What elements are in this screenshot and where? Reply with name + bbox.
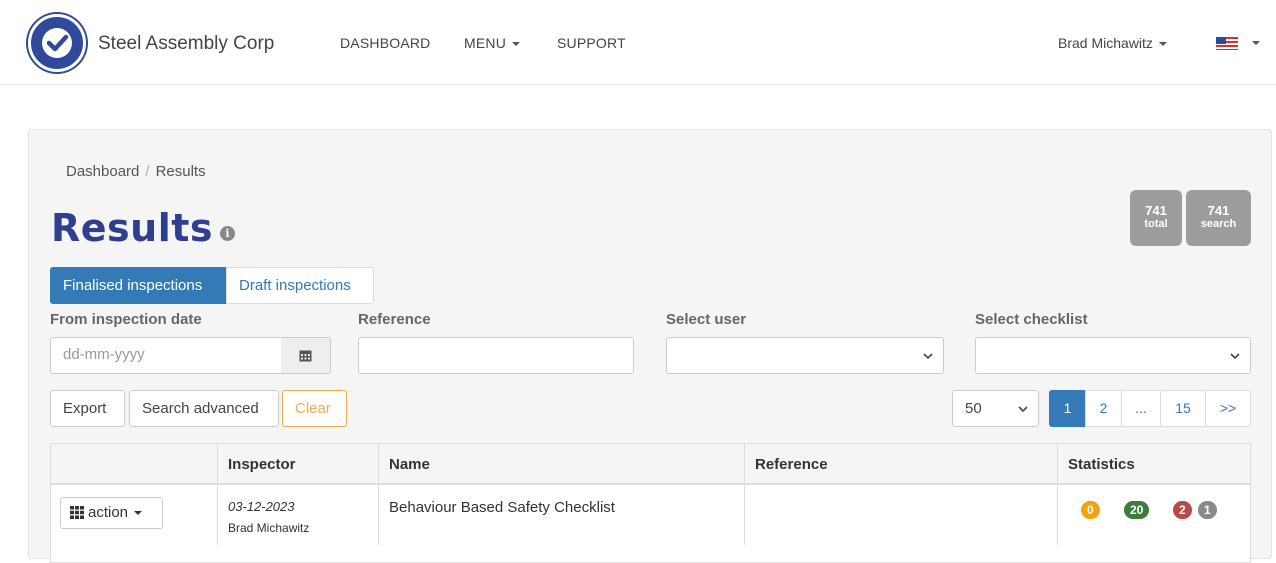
brand-name[interactable]: Steel Assembly Corp xyxy=(98,33,274,55)
page-title: Results xyxy=(51,206,214,250)
page-2-button[interactable]: 2 xyxy=(1085,390,1122,427)
export-button[interactable]: Export xyxy=(50,390,125,427)
chevron-down-icon xyxy=(923,353,933,360)
nav-dashboard[interactable]: DASHBOARD xyxy=(340,35,430,51)
col-header-name[interactable]: Name xyxy=(379,444,745,485)
inspector-name: Brad Michawitz xyxy=(228,521,310,535)
nav-menu[interactable]: MENU xyxy=(464,35,521,51)
table-header: Inspector Name Reference Statistics xyxy=(51,444,1250,485)
checklist-select[interactable] xyxy=(975,337,1251,374)
col-header-inspector[interactable]: Inspector xyxy=(218,444,379,485)
search-advanced-button[interactable]: Search advanced xyxy=(129,390,279,427)
stat-badge-ok: 20 xyxy=(1124,501,1150,519)
checklist-label: Select checklist xyxy=(975,311,1088,328)
breadcrumb-dashboard[interactable]: Dashboard xyxy=(66,163,139,180)
per-page-select[interactable]: 50 xyxy=(952,390,1039,427)
caret-down-icon xyxy=(134,511,143,516)
stat-badge-na: 1 xyxy=(1198,501,1217,519)
search-count-badge: 741 search xyxy=(1186,190,1251,246)
caret-down-icon xyxy=(1158,42,1167,47)
breadcrumb: Dashboard / Results xyxy=(66,163,206,180)
table-row[interactable]: action 03-12-2023 Brad Michawitz Behavio… xyxy=(51,485,1250,545)
us-flag-icon[interactable] xyxy=(1216,37,1238,50)
grid-icon xyxy=(70,506,84,519)
tab-finalised-inspections[interactable]: Finalised inspections xyxy=(50,267,226,304)
next-page-button[interactable]: >> xyxy=(1205,390,1251,427)
chevron-down-icon xyxy=(1018,406,1028,413)
top-navbar: Steel Assembly Corp DASHBOARD MENU SUPPO… xyxy=(0,0,1276,85)
caret-down-icon[interactable] xyxy=(1252,41,1260,45)
page-15-button[interactable]: 15 xyxy=(1160,390,1206,427)
reference-input[interactable] xyxy=(358,337,634,374)
info-icon[interactable]: i xyxy=(220,226,235,241)
statistics-cell: 0 20 2 1 xyxy=(1058,485,1250,545)
col-header-action xyxy=(51,444,218,485)
user-label: Select user xyxy=(666,311,747,328)
page-1-button[interactable]: 1 xyxy=(1049,390,1086,427)
stat-badge-pending: 0 xyxy=(1081,501,1100,519)
checkmark-icon xyxy=(42,28,72,58)
calendar-icon xyxy=(299,350,312,362)
user-menu[interactable]: Brad Michawitz xyxy=(1058,35,1167,51)
chevron-down-icon xyxy=(1230,353,1240,360)
date-label: From inspection date xyxy=(50,311,202,328)
breadcrumb-results: Results xyxy=(155,163,206,180)
page-ellipsis: ... xyxy=(1121,390,1161,427)
results-panel: Dashboard / Results Results i 741 total 74… xyxy=(28,129,1272,563)
col-header-reference[interactable]: Reference xyxy=(745,444,1058,485)
user-select[interactable] xyxy=(666,337,944,374)
tab-draft-inspections[interactable]: Draft inspections xyxy=(226,267,374,304)
col-header-statistics: Statistics xyxy=(1068,456,1135,473)
company-logo[interactable] xyxy=(28,14,86,72)
clear-button[interactable]: Clear xyxy=(282,390,347,427)
inspection-date: 03-12-2023 xyxy=(228,499,295,514)
stat-badge-fail: 2 xyxy=(1173,501,1192,519)
reference-cell xyxy=(745,485,1058,545)
action-dropdown-button[interactable]: action xyxy=(60,497,163,529)
date-input[interactable]: dd-mm-yyyy xyxy=(50,337,282,374)
calendar-button[interactable] xyxy=(281,337,331,374)
reference-label: Reference xyxy=(358,311,431,328)
results-table: Inspector Name Reference Statistics acti… xyxy=(50,443,1251,563)
nav-support[interactable]: SUPPORT xyxy=(557,35,626,51)
total-count-badge: 741 total xyxy=(1130,190,1182,246)
checklist-name: Behaviour Based Safety Checklist xyxy=(389,499,615,516)
caret-down-icon xyxy=(512,42,521,47)
